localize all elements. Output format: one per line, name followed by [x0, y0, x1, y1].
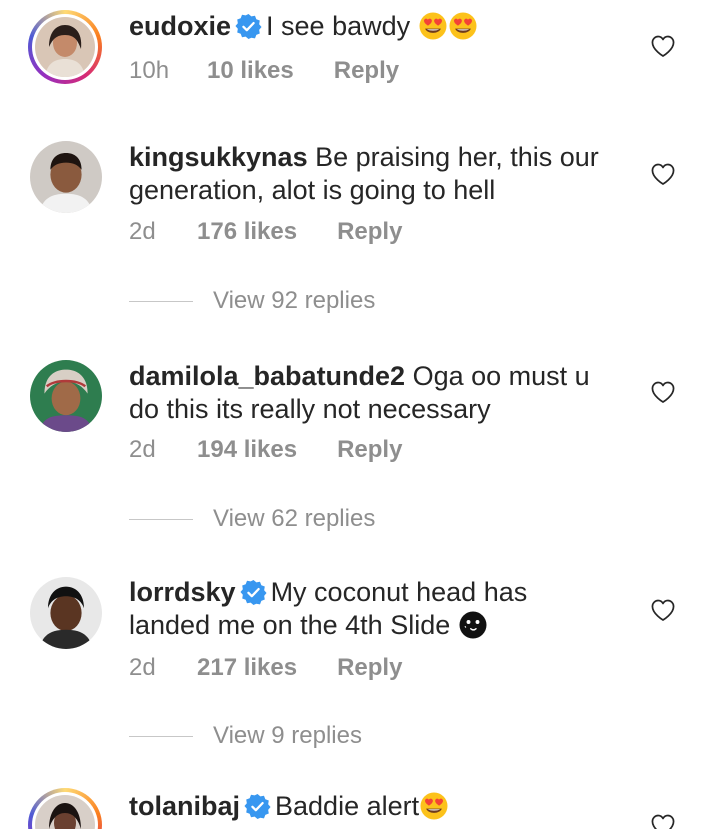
profile-photo-icon — [35, 795, 95, 829]
divider-line — [129, 518, 193, 520]
view-replies-label[interactable]: View 9 replies — [213, 722, 362, 750]
avatar[interactable] — [30, 577, 102, 649]
reply-button[interactable]: Reply — [337, 436, 402, 464]
profile-photo-icon — [35, 17, 95, 77]
reply-button[interactable]: Reply — [337, 654, 402, 682]
like-heart-icon[interactable] — [650, 161, 676, 187]
verified-badge-icon — [244, 793, 271, 820]
view-replies-label[interactable]: View 92 replies — [213, 287, 375, 315]
avatar[interactable] — [28, 788, 102, 829]
profile-photo-icon — [30, 577, 102, 649]
divider-line — [129, 735, 193, 737]
heart-eyes-emoji-icon — [418, 11, 448, 41]
heart-eyes-emoji-icon — [419, 791, 449, 821]
likes-count[interactable]: 194 likes — [197, 436, 297, 464]
divider-line — [129, 300, 193, 302]
likes-count[interactable]: 10 likes — [207, 57, 294, 85]
username[interactable]: eudoxie — [129, 11, 231, 41]
comment-text: I see bawdy — [266, 11, 411, 41]
view-replies-button[interactable]: View 92 replies — [129, 287, 375, 315]
timestamp: 2d — [129, 218, 156, 245]
likes-count[interactable]: 176 likes — [197, 218, 297, 246]
like-heart-icon[interactable] — [650, 33, 676, 59]
likes-count[interactable]: 217 likes — [197, 654, 297, 682]
view-replies-label[interactable]: View 62 replies — [213, 505, 375, 533]
username[interactable]: damilola_babatunde2 — [129, 361, 405, 391]
view-replies-button[interactable]: View 62 replies — [129, 505, 375, 533]
new-moon-face-emoji-icon — [458, 610, 488, 640]
username[interactable]: tolanibaj — [129, 791, 240, 821]
profile-photo-icon — [30, 141, 102, 213]
view-replies-button[interactable]: View 9 replies — [129, 722, 362, 750]
profile-photo-icon — [30, 360, 102, 432]
avatar[interactable] — [30, 360, 102, 432]
username[interactable]: kingsukkynas — [129, 142, 308, 172]
like-heart-icon[interactable] — [650, 597, 676, 623]
timestamp: 10h — [129, 57, 170, 84]
like-heart-icon[interactable] — [650, 812, 676, 829]
heart-eyes-emoji-icon — [448, 11, 478, 41]
avatar[interactable] — [28, 10, 102, 84]
timestamp: 2d — [129, 436, 156, 463]
verified-badge-icon — [235, 13, 262, 40]
like-heart-icon[interactable] — [650, 379, 676, 405]
reply-button[interactable]: Reply — [334, 57, 399, 85]
timestamp: 2d — [129, 654, 156, 681]
comment-text: Baddie alert — [275, 791, 420, 821]
username[interactable]: lorrdsky — [129, 577, 236, 607]
verified-badge-icon — [240, 579, 267, 606]
reply-button[interactable]: Reply — [337, 218, 402, 246]
avatar[interactable] — [30, 141, 102, 213]
